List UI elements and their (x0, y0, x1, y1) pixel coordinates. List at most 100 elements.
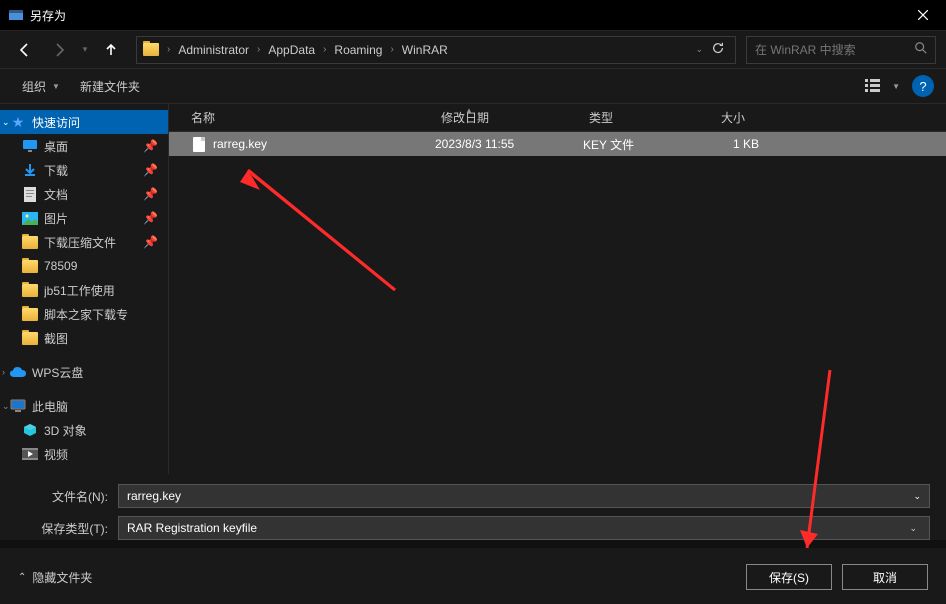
sidebar-item-thispc[interactable]: ⌄ 此电脑 (0, 394, 168, 418)
star-icon: ★ (10, 114, 26, 130)
address-dropdown[interactable]: ⌄ (695, 44, 703, 55)
save-button[interactable]: 保存(S) (746, 564, 832, 590)
breadcrumb-appdata[interactable]: AppData (262, 37, 321, 63)
file-date: 2023/8/3 11:55 (427, 137, 575, 151)
breadcrumb-winrar[interactable]: WinRAR (396, 37, 454, 63)
video-icon (22, 446, 38, 462)
filetype-label: 保存类型(T): (16, 520, 118, 537)
back-button[interactable] (10, 36, 40, 64)
app-icon (8, 7, 24, 23)
column-name[interactable]: 名称 (183, 109, 433, 126)
expand-icon: › (2, 367, 5, 377)
filename-input-wrap[interactable]: ⌄ (118, 484, 930, 508)
sidebar-item-wps[interactable]: › WPS云盘 (0, 360, 168, 384)
organize-button[interactable]: 组织 ▼ (12, 74, 70, 99)
column-size[interactable]: 大小 (713, 109, 946, 126)
cloud-icon (10, 364, 26, 380)
main-area: ⌄ ★ 快速访问 桌面 📌 下载 📌 文档 📌 图片 📌 下载压缩文件 📌 (0, 104, 946, 474)
sidebar-item-videos[interactable]: 视频 (0, 442, 168, 466)
new-folder-button[interactable]: 新建文件夹 (70, 74, 150, 99)
cancel-button[interactable]: 取消 (842, 564, 928, 590)
sidebar-item-folder-4[interactable]: 脚本之家下载专 (0, 302, 168, 326)
pin-icon: 📌 (143, 211, 158, 225)
close-icon (918, 10, 928, 20)
sidebar-item-label: 截图 (44, 330, 160, 347)
pin-icon: 📌 (143, 163, 158, 177)
sidebar-item-folder-2[interactable]: 78509 (0, 254, 168, 278)
filetype-value: RAR Registration keyfile (127, 521, 257, 535)
arrow-up-icon (103, 42, 119, 58)
refresh-button[interactable] (711, 41, 725, 58)
file-size: 1 KB (707, 137, 767, 151)
sidebar-item-label: 桌面 (44, 138, 137, 155)
toolbar: 组织 ▼ 新建文件夹 ▼ ? (0, 68, 946, 104)
pin-icon: 📌 (143, 235, 158, 249)
sidebar-item-documents[interactable]: 文档 📌 (0, 182, 168, 206)
folder-icon (22, 282, 38, 298)
sidebar-item-desktop[interactable]: 桌面 📌 (0, 134, 168, 158)
chevron-right-icon: › (388, 44, 395, 55)
sidebar-item-quick-access[interactable]: ⌄ ★ 快速访问 (0, 110, 168, 134)
close-button[interactable] (900, 0, 946, 30)
folder-icon (22, 306, 38, 322)
picture-icon (22, 210, 38, 226)
sidebar-item-folder-3[interactable]: jb51工作使用 (0, 278, 168, 302)
file-name: rarreg.key (213, 137, 267, 151)
view-icon (865, 78, 887, 94)
file-type: KEY 文件 (575, 136, 707, 153)
breadcrumb-roaming[interactable]: Roaming (328, 37, 388, 63)
desktop-icon (22, 138, 38, 154)
arrow-left-icon (17, 42, 33, 58)
column-type[interactable]: 类型 (581, 109, 713, 126)
sort-asc-icon: ▲ (465, 106, 473, 115)
column-date[interactable]: 修改日期 (433, 109, 581, 126)
download-icon (22, 162, 38, 178)
sidebar-item-pictures[interactable]: 图片 📌 (0, 206, 168, 230)
sidebar[interactable]: ⌄ ★ 快速访问 桌面 📌 下载 📌 文档 📌 图片 📌 下载压缩文件 📌 (0, 104, 168, 474)
sidebar-item-label: 下载 (44, 162, 137, 179)
filetype-select[interactable]: RAR Registration keyfile ⌄ (118, 516, 930, 540)
chevron-down-icon: ▼ (892, 82, 900, 91)
document-icon (22, 186, 38, 202)
arrow-right-icon (51, 42, 67, 58)
address-bar[interactable]: › Administrator › AppData › Roaming › Wi… (136, 36, 736, 64)
forward-button[interactable] (44, 36, 74, 64)
sidebar-item-label: WPS云盘 (32, 364, 160, 381)
expand-icon: ⌄ (2, 117, 10, 128)
hide-folders-toggle[interactable]: ⌃ 隐藏文件夹 (18, 569, 92, 586)
breadcrumb-administrator[interactable]: Administrator (172, 37, 255, 63)
filename-label: 文件名(N): (16, 488, 118, 505)
folder-icon (22, 234, 38, 250)
history-dropdown[interactable]: ▾ (78, 44, 92, 55)
sidebar-item-folder-1[interactable]: 下载压缩文件 📌 (0, 230, 168, 254)
pin-icon: 📌 (143, 187, 158, 201)
search-icon (914, 41, 928, 58)
search-input[interactable] (755, 43, 910, 57)
sidebar-item-label: 图片 (44, 210, 137, 227)
expand-icon: ⌄ (2, 401, 10, 412)
view-mode-button[interactable]: ▼ (861, 76, 904, 96)
computer-icon (10, 398, 26, 414)
search-box[interactable] (746, 36, 936, 64)
window-title: 另存为 (30, 7, 900, 24)
sidebar-item-label: 下载压缩文件 (44, 234, 137, 251)
sidebar-item-label: 视频 (44, 446, 160, 463)
up-button[interactable] (96, 36, 126, 64)
sidebar-item-downloads[interactable]: 下载 📌 (0, 158, 168, 182)
sidebar-item-label: 此电脑 (32, 398, 160, 415)
sidebar-item-3d-objects[interactable]: 3D 对象 (0, 418, 168, 442)
new-folder-label: 新建文件夹 (80, 78, 140, 95)
hide-folders-label: 隐藏文件夹 (32, 569, 92, 586)
chevron-right-icon: › (255, 44, 262, 55)
sidebar-item-folder-5[interactable]: 截图 (0, 326, 168, 350)
sidebar-item-label: 快速访问 (32, 114, 160, 131)
file-icon (191, 136, 207, 152)
title-bar: 另存为 (0, 0, 946, 30)
filename-input[interactable] (127, 489, 913, 503)
help-button[interactable]: ? (912, 75, 934, 97)
folder-icon (22, 330, 38, 346)
pin-icon: 📌 (143, 139, 158, 153)
chevron-down-icon[interactable]: ⌄ (913, 491, 921, 502)
file-row-rarreg[interactable]: rarreg.key 2023/8/3 11:55 KEY 文件 1 KB (169, 132, 946, 156)
chevron-up-icon: ⌃ (18, 572, 26, 583)
